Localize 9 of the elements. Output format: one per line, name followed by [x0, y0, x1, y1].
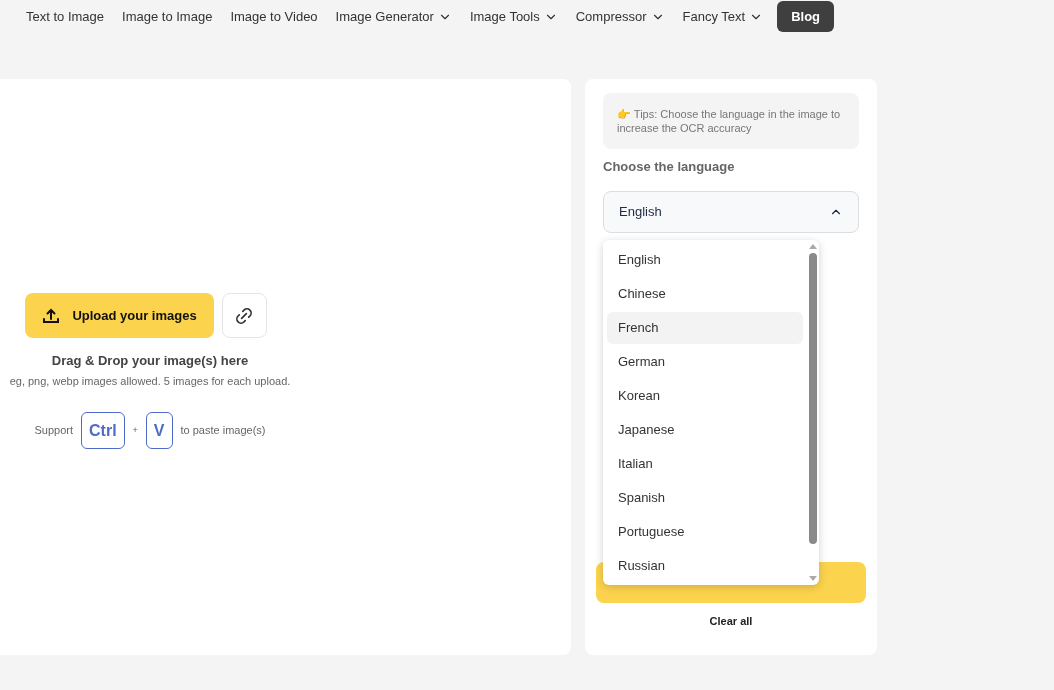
tips-text: 👉 Tips: Choose the language in the image to increase the OCR accuracy — [617, 108, 841, 134]
support-label: Support — [34, 423, 73, 439]
drag-drop-title: Drag & Drop your image(s) here — [51, 352, 249, 370]
allowed-formats-text: eg, png, webp images allowed. 5 images for each upload. — [9, 373, 291, 389]
paste-text: to paste image(s) — [180, 423, 266, 439]
language-label: Choose the language — [603, 158, 736, 176]
ctrl-key: Ctrl — [81, 412, 125, 449]
plus-sign: + — [132, 423, 138, 437]
v-key: V — [145, 412, 173, 449]
